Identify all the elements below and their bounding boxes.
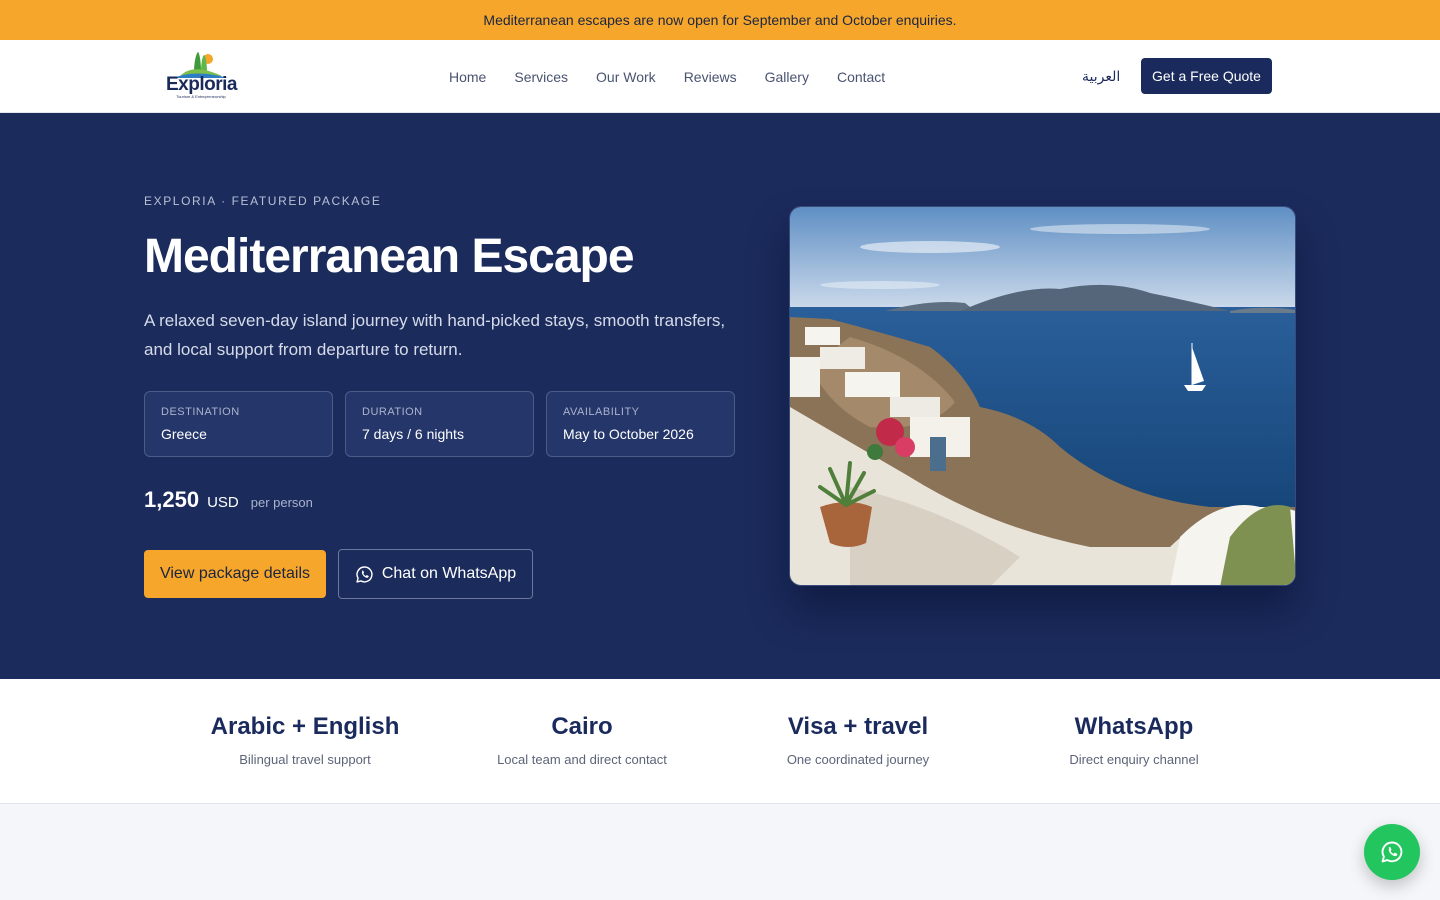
price-amount: 1,250 — [144, 487, 200, 512]
nav-reviews[interactable]: Reviews — [684, 69, 737, 85]
highlight-title: Arabic + English — [210, 713, 400, 740]
whatsapp-chat-label: Chat on WhatsApp — [381, 565, 517, 582]
main-nav: Home Services Our Work Reviews Gallery C… — [449, 40, 885, 113]
highlights-strip: Arabic + English Bilingual travel suppor… — [0, 679, 1440, 804]
hero-photo — [789, 206, 1296, 586]
highlight-subtitle: Direct enquiry channel — [1069, 752, 1199, 767]
price-currency: USD — [207, 494, 239, 511]
highlight-title: WhatsApp — [1074, 713, 1194, 740]
whatsapp-icon — [356, 565, 373, 583]
highlight-title: Visa + travel — [787, 713, 929, 740]
brand-tagline: Tourism & Entrepreneurship — [176, 94, 226, 99]
language-switch[interactable]: العربية — [1082, 40, 1120, 113]
brand-name: Exploria — [166, 74, 237, 95]
hero-description: A relaxed seven-day island journey with … — [144, 311, 726, 359]
whatsapp-chat-button[interactable]: Chat on WhatsApp — [338, 549, 533, 599]
whatsapp-float-button[interactable] — [1364, 824, 1420, 880]
highlight-location: Cairo Local team and direct contact — [444, 679, 720, 767]
price-unit: per person — [250, 495, 313, 510]
fact-destination: DESTINATION Greece — [144, 391, 333, 457]
nav-gallery[interactable]: Gallery — [765, 69, 809, 85]
highlight-subtitle: Bilingual travel support — [239, 752, 371, 767]
get-quote-button[interactable]: Get a Free Quote — [1141, 58, 1272, 94]
nav-our-work[interactable]: Our Work — [596, 69, 656, 85]
fact-value: 7 days / 6 nights — [362, 426, 464, 442]
fact-label: DESTINATION — [161, 406, 240, 418]
fact-availability: AVAILABILITY May to October 2026 — [546, 391, 735, 457]
package-facts: DESTINATION Greece DURATION 7 days / 6 n… — [144, 391, 735, 457]
nav-home[interactable]: Home — [449, 69, 486, 85]
announcement-text: Mediterranean escapes are now open for S… — [483, 12, 957, 28]
fact-duration: DURATION 7 days / 6 nights — [345, 391, 534, 457]
hero-photo-illustration — [790, 207, 1295, 585]
fact-value: May to October 2026 — [563, 426, 694, 442]
highlight-subtitle: Local team and direct contact — [497, 752, 667, 767]
announcement-bar: Mediterranean escapes are now open for S… — [0, 0, 1440, 40]
view-package-button[interactable]: View package details — [144, 550, 326, 598]
highlight-whatsapp: WhatsApp Direct enquiry channel — [996, 679, 1272, 767]
highlight-title: Cairo — [551, 713, 613, 740]
whatsapp-icon — [1381, 841, 1403, 863]
brand-logo[interactable]: Exploria Tourism & Entrepreneurship — [166, 50, 237, 102]
package-price: 1,250 USD per person — [144, 487, 313, 513]
highlight-visa: Visa + travel One coordinated journey — [720, 679, 996, 767]
fact-label: DURATION — [362, 406, 423, 418]
nav-contact[interactable]: Contact — [837, 69, 885, 85]
hero-section: EXPLORIA · FEATURED PACKAGE Mediterranea… — [0, 113, 1440, 679]
hero-title: Mediterranean Escape — [144, 230, 635, 283]
site-header: Exploria Tourism & Entrepreneurship Home… — [0, 40, 1440, 113]
highlight-language: Arabic + English Bilingual travel suppor… — [167, 679, 443, 767]
fact-value: Greece — [161, 426, 207, 442]
hero-eyebrow: EXPLORIA · FEATURED PACKAGE — [144, 194, 382, 208]
nav-services[interactable]: Services — [514, 69, 568, 85]
fact-label: AVAILABILITY — [563, 406, 640, 418]
highlight-subtitle: One coordinated journey — [786, 752, 930, 767]
